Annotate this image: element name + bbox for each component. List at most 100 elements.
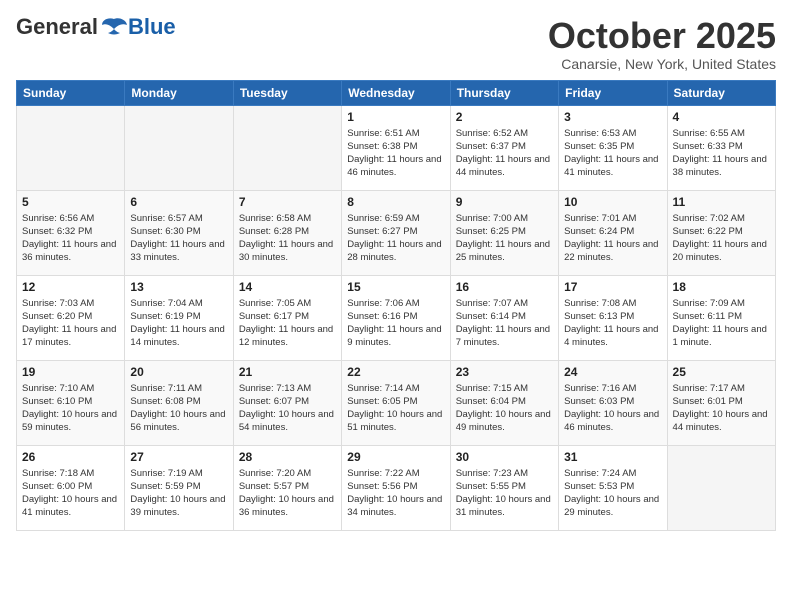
sunset-text: Sunset: 6:38 PM <box>347 140 444 153</box>
calendar-week-row: 12Sunrise: 7:03 AMSunset: 6:20 PMDayligh… <box>17 275 776 360</box>
daylight-text: Daylight: 10 hours and 36 minutes. <box>239 493 336 520</box>
day-number: 5 <box>22 195 119 209</box>
calendar-day-header: Tuesday <box>233 80 341 105</box>
day-info: Sunrise: 6:51 AMSunset: 6:38 PMDaylight:… <box>347 127 444 180</box>
day-number: 15 <box>347 280 444 294</box>
calendar-day-cell: 7Sunrise: 6:58 AMSunset: 6:28 PMDaylight… <box>233 190 341 275</box>
day-info: Sunrise: 7:05 AMSunset: 6:17 PMDaylight:… <box>239 297 336 350</box>
day-number: 13 <box>130 280 227 294</box>
day-info: Sunrise: 7:08 AMSunset: 6:13 PMDaylight:… <box>564 297 661 350</box>
day-number: 10 <box>564 195 661 209</box>
sunrise-text: Sunrise: 6:59 AM <box>347 212 444 225</box>
sunset-text: Sunset: 6:35 PM <box>564 140 661 153</box>
daylight-text: Daylight: 10 hours and 56 minutes. <box>130 408 227 435</box>
sunset-text: Sunset: 6:30 PM <box>130 225 227 238</box>
sunset-text: Sunset: 6:07 PM <box>239 395 336 408</box>
sunset-text: Sunset: 6:03 PM <box>564 395 661 408</box>
sunrise-text: Sunrise: 7:05 AM <box>239 297 336 310</box>
day-number: 3 <box>564 110 661 124</box>
sunrise-text: Sunrise: 6:57 AM <box>130 212 227 225</box>
calendar-week-row: 26 Sunrise: 7:18 AMSunset: 6:00 PMDayligh… <box>17 445 776 530</box>
calendar-day-cell: 11Sunrise: 7:02 AMSunset: 6:22 PMDayligh… <box>667 190 775 275</box>
daylight-text: Daylight: 11 hours and 20 minutes. <box>673 238 770 265</box>
sunset-text: Sunset: 6:22 PM <box>673 225 770 238</box>
sunrise-text: Sunrise: 7:20 AM <box>239 467 336 480</box>
sunrise-text: Sunrise: 6:55 AM <box>673 127 770 140</box>
sunrise-text: Sunrise: 6:52 AM <box>456 127 553 140</box>
day-info: Sunrise: 6:58 AMSunset: 6:28 PMDaylight:… <box>239 212 336 265</box>
day-number: 14 <box>239 280 336 294</box>
day-info: Sunrise: 7:03 AMSunset: 6:20 PMDaylight:… <box>22 297 119 350</box>
day-number: 26 <box>22 450 119 464</box>
sunrise-text: Sunrise: 7:07 AM <box>456 297 553 310</box>
sunrise-text: Sunrise: 7:19 AM <box>130 467 227 480</box>
day-number: 9 <box>456 195 553 209</box>
calendar-day-cell: 9 Sunrise: 7:00 AMSunset: 6:25 PMDaylight… <box>450 190 558 275</box>
calendar-week-row: 5Sunrise: 6:56 AMSunset: 6:32 PMDaylight… <box>17 190 776 275</box>
sunset-text: Sunset: 5:57 PM <box>239 480 336 493</box>
day-info: Sunrise: 7:13 AMSunset: 6:07 PMDaylight:… <box>239 382 336 435</box>
day-info: Sunrise: 7:07 AMSunset: 6:14 PMDaylight:… <box>456 297 553 350</box>
sunrise-text: Sunrise: 7:18 AM <box>22 467 119 480</box>
calendar-day-cell: 17 Sunrise: 7:08 AMSunset: 6:13 PMDayligh… <box>559 275 667 360</box>
day-info: Sunrise: 7:18 AMSunset: 6:00 PMDaylight:… <box>22 467 119 520</box>
day-number: 23 <box>456 365 553 379</box>
calendar-day-header: Wednesday <box>342 80 450 105</box>
day-info: Sunrise: 6:53 AMSunset: 6:35 PMDaylight:… <box>564 127 661 180</box>
calendar-day-cell: 31Sunrise: 7:24 AMSunset: 5:53 PMDayligh… <box>559 445 667 530</box>
sunset-text: Sunset: 6:37 PM <box>456 140 553 153</box>
sunset-text: Sunset: 6:04 PM <box>456 395 553 408</box>
calendar-day-cell: 24Sunrise: 7:16 AMSunset: 6:03 PMDayligh… <box>559 360 667 445</box>
day-number: 16 <box>456 280 553 294</box>
sunrise-text: Sunrise: 7:22 AM <box>347 467 444 480</box>
day-info: Sunrise: 7:17 AMSunset: 6:01 PMDaylight:… <box>673 382 770 435</box>
day-info: Sunrise: 6:55 AMSunset: 6:33 PMDaylight:… <box>673 127 770 180</box>
calendar-day-header: Monday <box>125 80 233 105</box>
calendar-day-cell <box>125 105 233 190</box>
calendar-day-cell: 28Sunrise: 7:20 AMSunset: 5:57 PMDayligh… <box>233 445 341 530</box>
sunset-text: Sunset: 6:08 PM <box>130 395 227 408</box>
daylight-text: Daylight: 10 hours and 51 minutes. <box>347 408 444 435</box>
daylight-text: Daylight: 11 hours and 9 minutes. <box>347 323 444 350</box>
daylight-text: Daylight: 10 hours and 31 minutes. <box>456 493 553 520</box>
day-info: Sunrise: 7:02 AMSunset: 6:22 PMDaylight:… <box>673 212 770 265</box>
sunrise-text: Sunrise: 7:17 AM <box>673 382 770 395</box>
day-number: 17 <box>564 280 661 294</box>
daylight-text: Daylight: 11 hours and 46 minutes. <box>347 153 444 180</box>
day-number: 2 <box>456 110 553 124</box>
sunrise-text: Sunrise: 7:02 AM <box>673 212 770 225</box>
daylight-text: Daylight: 11 hours and 41 minutes. <box>564 153 661 180</box>
calendar-day-cell: 12 Sunrise: 7:03 AMSunset: 6:20 PMDayligh… <box>17 275 125 360</box>
sunrise-text: Sunrise: 7:11 AM <box>130 382 227 395</box>
sunset-text: Sunset: 6:25 PM <box>456 225 553 238</box>
month-title: October 2025 <box>548 16 776 56</box>
day-number: 25 <box>673 365 770 379</box>
calendar-day-cell <box>17 105 125 190</box>
sunset-text: Sunset: 5:56 PM <box>347 480 444 493</box>
calendar-day-cell: 18Sunrise: 7:09 AMSunset: 6:11 PMDayligh… <box>667 275 775 360</box>
day-number: 21 <box>239 365 336 379</box>
calendar-week-row: 1Sunrise: 6:51 AMSunset: 6:38 PMDaylight… <box>17 105 776 190</box>
daylight-text: Daylight: 10 hours and 34 minutes. <box>347 493 444 520</box>
sunrise-text: Sunrise: 7:03 AM <box>22 297 119 310</box>
calendar-week-row: 19Sunrise: 7:10 AMSunset: 6:10 PMDayligh… <box>17 360 776 445</box>
day-info: Sunrise: 7:23 AMSunset: 5:55 PMDaylight:… <box>456 467 553 520</box>
daylight-text: Daylight: 11 hours and 38 minutes. <box>673 153 770 180</box>
day-info: Sunrise: 7:19 AMSunset: 5:59 PMDaylight:… <box>130 467 227 520</box>
sunrise-text: Sunrise: 7:24 AM <box>564 467 661 480</box>
calendar-day-cell: 15Sunrise: 7:06 AMSunset: 6:16 PMDayligh… <box>342 275 450 360</box>
calendar-day-cell <box>233 105 341 190</box>
sunrise-text: Sunrise: 7:08 AM <box>564 297 661 310</box>
day-info: Sunrise: 7:09 AMSunset: 6:11 PMDaylight:… <box>673 297 770 350</box>
calendar-day-cell: 29Sunrise: 7:22 AMSunset: 5:56 PMDayligh… <box>342 445 450 530</box>
day-number: 19 <box>22 365 119 379</box>
daylight-text: Daylight: 11 hours and 17 minutes. <box>22 323 119 350</box>
daylight-text: Daylight: 11 hours and 4 minutes. <box>564 323 661 350</box>
sunset-text: Sunset: 6:20 PM <box>22 310 119 323</box>
day-number: 12 <box>22 280 119 294</box>
day-info: Sunrise: 7:00 AMSunset: 6:25 PMDaylight:… <box>456 212 553 265</box>
daylight-text: Daylight: 11 hours and 28 minutes. <box>347 238 444 265</box>
sunrise-text: Sunrise: 7:14 AM <box>347 382 444 395</box>
day-number: 20 <box>130 365 227 379</box>
sunset-text: Sunset: 6:32 PM <box>22 225 119 238</box>
